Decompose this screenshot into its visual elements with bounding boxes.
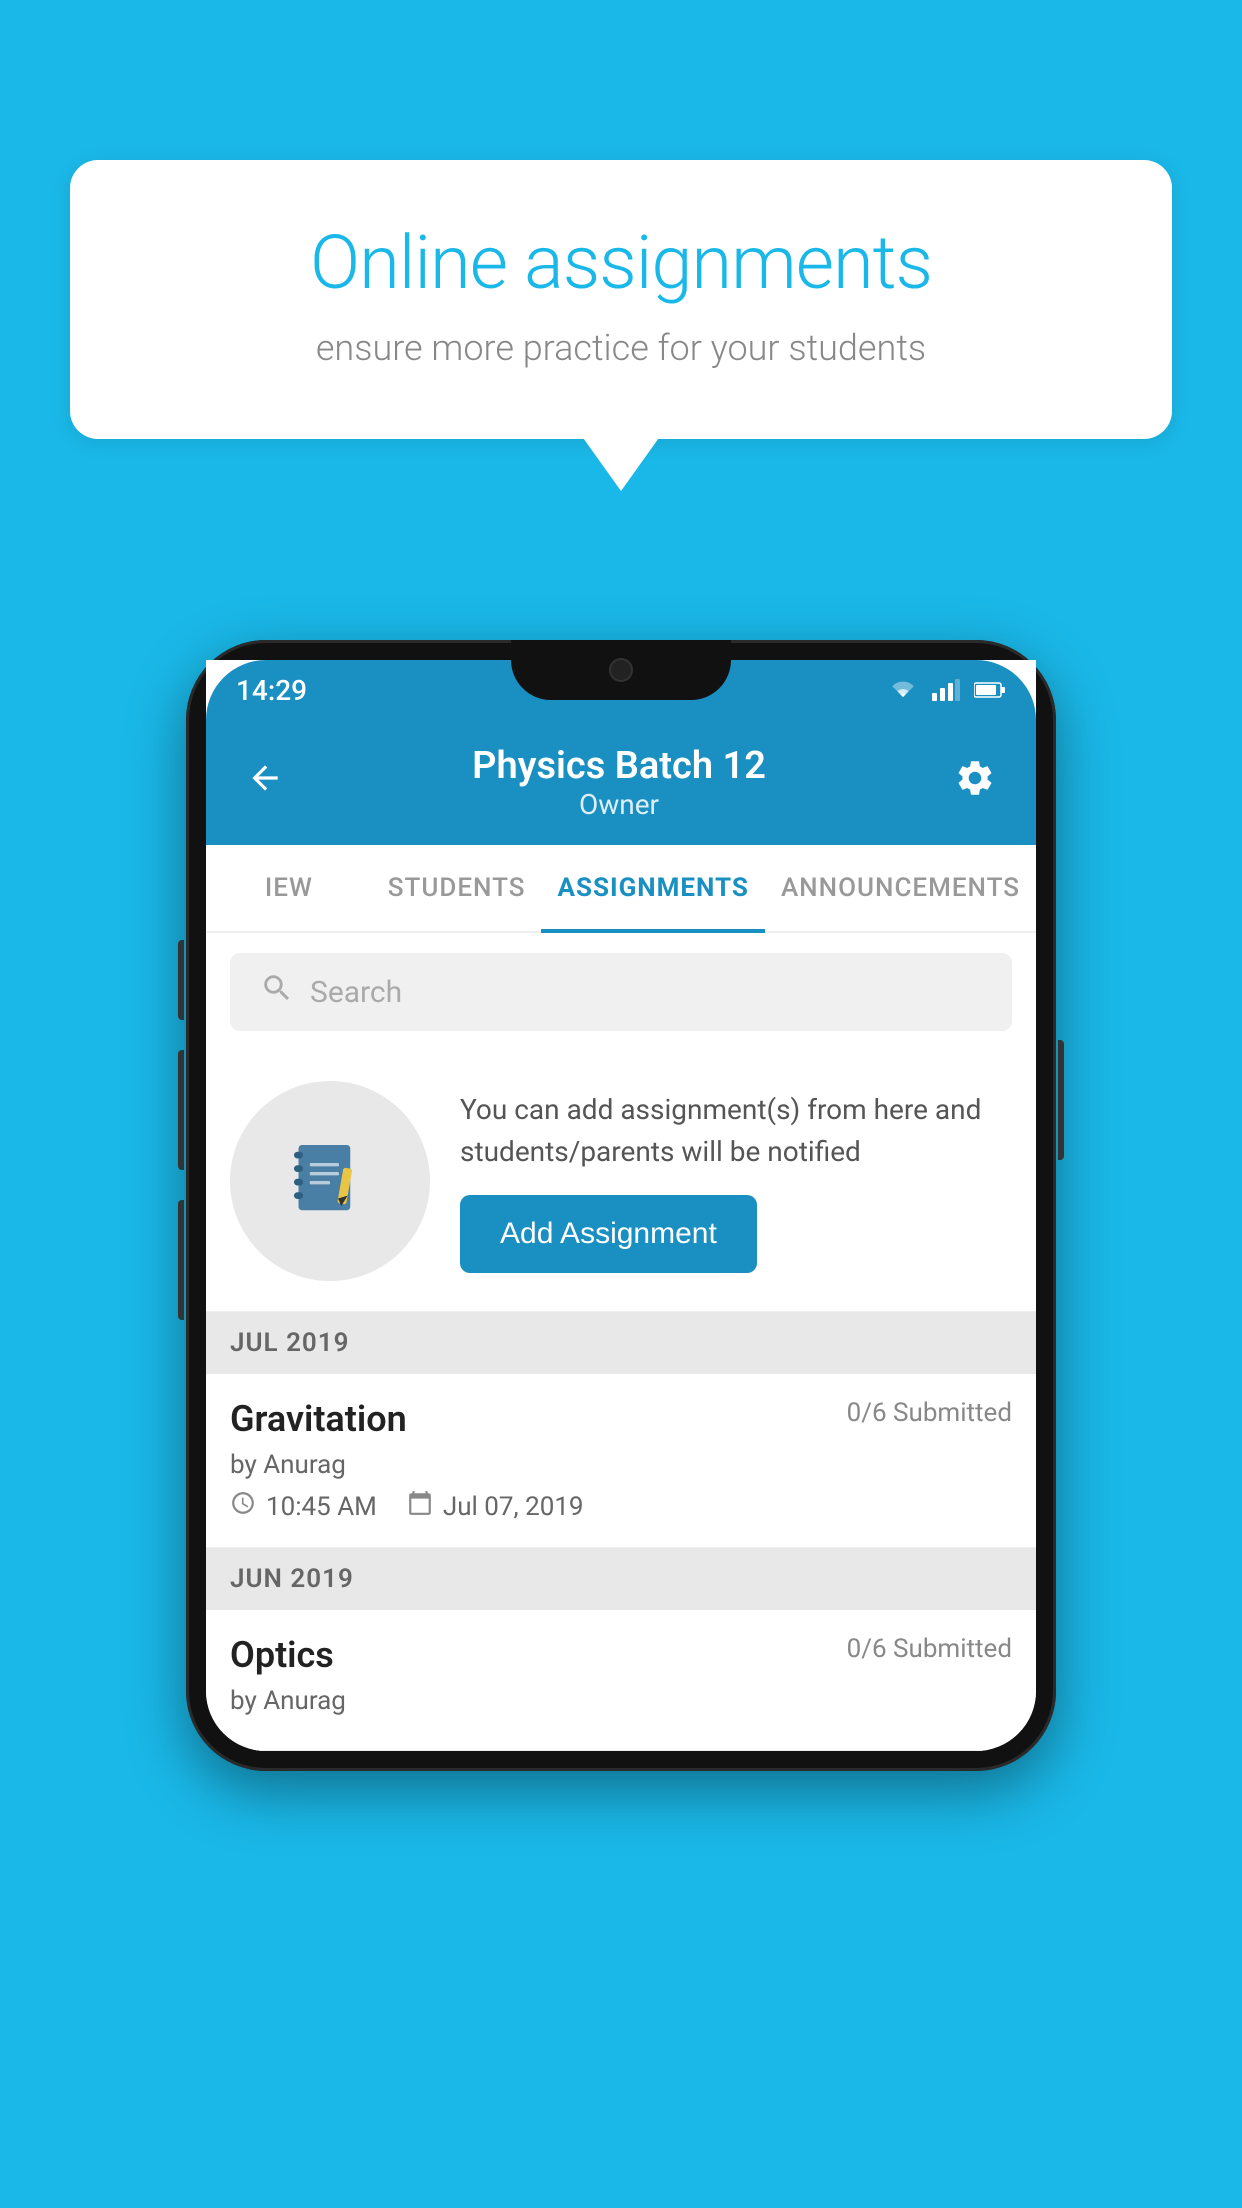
settings-button[interactable] xyxy=(954,757,996,809)
search-bar[interactable]: Search xyxy=(230,953,1012,1031)
assignment-name: Gravitation xyxy=(230,1398,407,1440)
assignment-submitted-optics: 0/6 Submitted xyxy=(847,1634,1012,1664)
speech-bubble-title: Online assignments xyxy=(150,220,1092,307)
tab-iew[interactable]: IEW xyxy=(206,845,372,931)
add-assignment-button[interactable]: Add Assignment xyxy=(460,1195,757,1273)
speech-bubble: Online assignments ensure more practice … xyxy=(70,160,1172,439)
clock-svg xyxy=(230,1490,256,1516)
assignment-row-top: Gravitation 0/6 Submitted xyxy=(230,1398,1012,1440)
status-icons xyxy=(888,679,1006,701)
search-input[interactable]: Search xyxy=(310,975,402,1010)
meta-time: 10:45 AM xyxy=(230,1490,377,1523)
assignment-submitted: 0/6 Submitted xyxy=(847,1398,1012,1428)
search-container: Search xyxy=(206,933,1036,1051)
volume-mute-button xyxy=(178,940,184,1020)
power-button xyxy=(1058,1040,1064,1160)
tab-students[interactable]: STUDENTS xyxy=(372,845,542,931)
volume-up-button xyxy=(178,1050,184,1170)
battery-icon xyxy=(974,681,1006,699)
assignment-meta: 10:45 AM Jul 07, 2019 xyxy=(230,1490,1012,1523)
header-title: Physics Batch 12 xyxy=(472,744,766,788)
search-icon xyxy=(260,971,294,1013)
assignment-row-top-optics: Optics 0/6 Submitted xyxy=(230,1634,1012,1676)
meta-date: Jul 07, 2019 xyxy=(407,1490,584,1523)
promo-right: You can add assignment(s) from here and … xyxy=(460,1089,1012,1273)
notebook-icon xyxy=(285,1136,375,1226)
app-screen: 14:29 xyxy=(206,660,1036,1751)
assignment-by-optics: by Anurag xyxy=(230,1686,1012,1716)
front-camera xyxy=(609,658,633,682)
assignment-time: 10:45 AM xyxy=(266,1492,377,1522)
status-time: 14:29 xyxy=(236,674,307,707)
phone-body: 14:29 xyxy=(186,640,1056,1771)
signal-icon xyxy=(932,679,960,701)
speech-bubble-container: Online assignments ensure more practice … xyxy=(70,160,1172,439)
arrow-back-icon xyxy=(246,759,284,797)
magnifier-icon xyxy=(260,971,294,1005)
section-header-jul: JUL 2019 xyxy=(206,1312,1036,1374)
assignment-item-gravitation[interactable]: Gravitation 0/6 Submitted by Anurag 10:4… xyxy=(206,1374,1036,1548)
section-header-jun: JUN 2019 xyxy=(206,1548,1036,1610)
assignment-by: by Anurag xyxy=(230,1450,1012,1480)
phone-device: 14:29 xyxy=(186,640,1056,1771)
volume-down-button xyxy=(178,1200,184,1320)
app-header: Physics Batch 12 Owner xyxy=(206,720,1036,845)
assignment-date: Jul 07, 2019 xyxy=(443,1492,584,1522)
back-button[interactable] xyxy=(246,759,284,807)
phone-notch xyxy=(511,640,731,700)
promo-icon-circle xyxy=(230,1081,430,1281)
clock-icon xyxy=(230,1490,256,1523)
tabs-bar: IEW STUDENTS ASSIGNMENTS ANNOUNCEMENTS xyxy=(206,845,1036,933)
promo-text: You can add assignment(s) from here and … xyxy=(460,1089,1012,1173)
header-center: Physics Batch 12 Owner xyxy=(472,744,766,821)
wifi-icon xyxy=(888,679,918,701)
gear-icon xyxy=(954,757,996,799)
assignment-name-optics: Optics xyxy=(230,1634,334,1676)
calendar-svg xyxy=(407,1490,433,1516)
speech-bubble-subtitle: ensure more practice for your students xyxy=(150,327,1092,369)
calendar-icon xyxy=(407,1490,433,1523)
tab-assignments[interactable]: ASSIGNMENTS xyxy=(541,845,764,931)
promo-section: You can add assignment(s) from here and … xyxy=(206,1051,1036,1312)
header-subtitle: Owner xyxy=(472,788,766,821)
assignment-item-optics[interactable]: Optics 0/6 Submitted by Anurag xyxy=(206,1610,1036,1751)
tab-announcements[interactable]: ANNOUNCEMENTS xyxy=(765,845,1036,931)
